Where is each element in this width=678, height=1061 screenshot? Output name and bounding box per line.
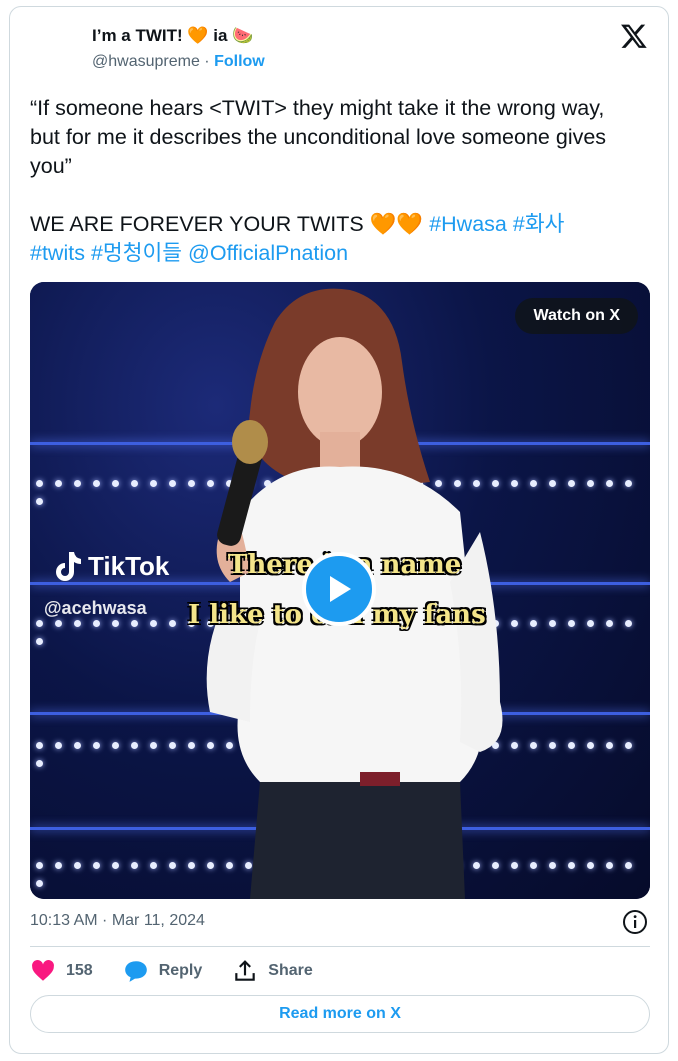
like-button[interactable]: 158 [30,958,93,984]
avatar[interactable] [30,20,78,68]
divider [30,946,650,947]
author-handle-row: @hwasupreme · Follow [92,53,265,71]
play-button[interactable] [302,552,376,626]
hashtag-twits[interactable]: #twits [30,241,85,265]
tweet-line2: WE ARE FOREVER YOUR TWITS 🧡🧡 [30,212,430,236]
read-more-button[interactable]: Read more on X [30,995,650,1033]
reply-label: Reply [158,962,203,979]
hashtag-hwasa-korean[interactable]: #화사 [513,212,565,236]
like-count: 158 [66,962,93,979]
tweet-quote: “If someone hears <TWIT> they might take… [30,96,613,178]
author-handle[interactable]: @hwasupreme [92,53,200,70]
tweet-timestamp[interactable]: 10:13 AM · Mar 11, 2024 [30,912,205,930]
tweet-text: “If someone hears <TWIT> they might take… [30,94,630,268]
share-button[interactable]: Share [232,958,313,984]
tiktok-watermark: TikTok [52,550,169,582]
x-logo-icon[interactable] [620,22,648,50]
video-media[interactable]: Watch on X TikTok @acehwasa There is a n… [30,282,650,899]
tiktok-icon [56,552,81,581]
follow-button[interactable]: Follow [214,53,265,70]
watch-on-x-button[interactable]: Watch on X [515,298,638,334]
reply-button[interactable]: Reply [123,958,203,984]
separator: · [204,53,210,70]
heart-icon [32,960,54,981]
play-icon [330,576,351,602]
action-bar: 158 Reply Share [30,958,343,984]
info-icon[interactable] [622,909,648,935]
tiktok-handle: @acehwasa [44,598,147,618]
mention-officialpnation[interactable]: @OfficialPnation [188,241,348,265]
hashtag-hwasa[interactable]: #Hwasa [429,212,507,236]
author-name[interactable]: I’m a TWIT! 🧡 ia 🍉 [92,26,253,46]
share-icon [235,960,256,981]
hashtag-korean-twits[interactable]: #멍청이들 [91,241,182,265]
share-label: Share [268,962,313,979]
reply-icon [124,961,147,982]
